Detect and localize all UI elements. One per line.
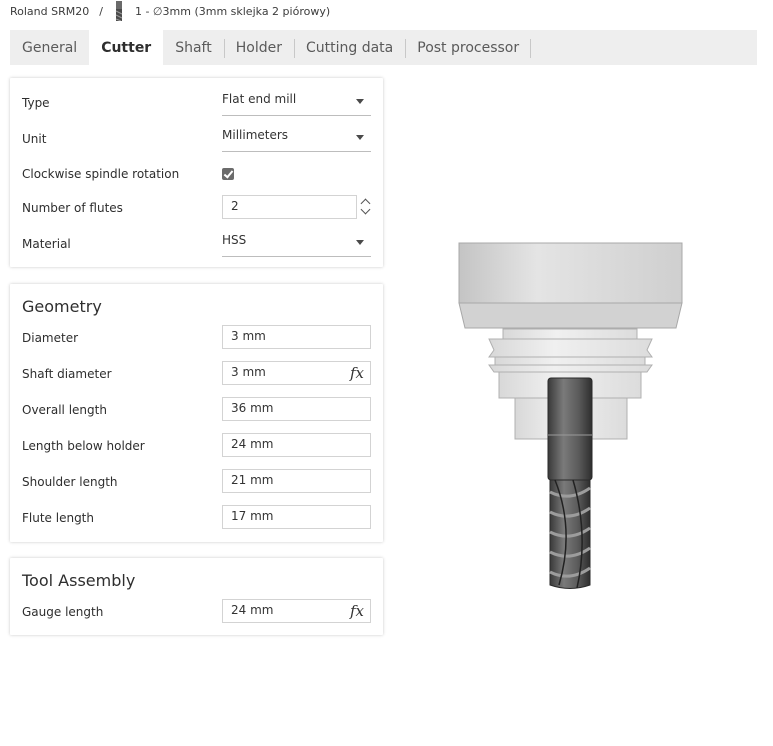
material-select[interactable]: HSS	[222, 231, 371, 257]
breadcrumb-tool: 1 - ∅3mm (3mm sklejka 2 piórowy)	[134, 4, 331, 18]
chevron-down-icon	[356, 135, 364, 140]
gauge-length-value: 24 mm	[231, 603, 274, 617]
collet-ring	[502, 328, 638, 340]
clockwise-label: Clockwise spindle rotation	[22, 167, 180, 181]
unit-value: Millimeters	[222, 128, 289, 142]
tab-bar: General Cutter Shaft Holder Cutting data…	[10, 30, 757, 65]
material-value: HSS	[222, 233, 247, 247]
tab-cutting-data[interactable]: Cutting data	[293, 30, 405, 65]
fx-icon[interactable]: fx	[350, 364, 364, 382]
chevron-down-icon	[356, 99, 364, 104]
chevron-down-icon	[356, 240, 364, 245]
tool-shank	[547, 377, 593, 481]
holder-bevel	[458, 302, 683, 329]
chevron-down-icon[interactable]	[360, 204, 371, 215]
flute-length-label: Flute length	[22, 511, 94, 525]
shoulder-length-label: Shoulder length	[22, 475, 118, 489]
collet-nut	[488, 338, 653, 358]
cutter-panel: Type Flat end mill Unit Millimeters Cloc…	[10, 78, 383, 267]
tab-general[interactable]: General	[10, 30, 89, 65]
breadcrumb-machine[interactable]: Roland SRM20	[10, 5, 89, 18]
tab-cutter[interactable]: Cutter	[89, 30, 164, 65]
type-value: Flat end mill	[222, 92, 297, 106]
flutes-stepper[interactable]	[360, 195, 371, 219]
shaft-diameter-label: Shaft diameter	[22, 367, 112, 381]
shaft-diameter-value: 3 mm	[231, 365, 266, 379]
gauge-length-label: Gauge length	[22, 605, 104, 619]
type-select[interactable]: Flat end mill	[222, 90, 371, 116]
flute-length-input[interactable]: 17 mm	[222, 505, 371, 529]
tab-shaft[interactable]: Shaft	[163, 30, 224, 65]
end-mill-icon	[115, 1, 123, 21]
tab-holder[interactable]: Holder	[223, 30, 294, 65]
gauge-length-input[interactable]: 24 mm fx	[222, 599, 371, 623]
diameter-label: Diameter	[22, 331, 79, 345]
overall-length-label: Overall length	[22, 403, 107, 417]
clockwise-checkbox[interactable]	[222, 168, 234, 180]
geometry-panel: Geometry Diameter 3 mm Shaft diameter 3 …	[10, 284, 383, 542]
shoulder-length-input[interactable]: 21 mm	[222, 469, 371, 493]
holder-body	[458, 242, 683, 304]
unit-select[interactable]: Millimeters	[222, 126, 371, 152]
flutes-input[interactable]: 2	[222, 195, 357, 219]
unit-label: Unit	[22, 132, 47, 146]
material-label: Material	[22, 237, 71, 251]
tool-assembly-title: Tool Assembly	[22, 571, 136, 590]
geometry-title: Geometry	[22, 297, 102, 316]
fx-icon[interactable]: fx	[350, 602, 364, 620]
length-below-holder-label: Length below holder	[22, 439, 145, 453]
tool-preview	[458, 242, 683, 589]
overall-length-input[interactable]: 36 mm	[222, 397, 371, 421]
flutes-label: Number of flutes	[22, 201, 123, 215]
tool-assembly-panel: Tool Assembly Gauge length 24 mm fx	[10, 558, 383, 635]
length-below-holder-input[interactable]: 24 mm	[222, 433, 371, 457]
diameter-input[interactable]: 3 mm	[222, 325, 371, 349]
shaft-diameter-input[interactable]: 3 mm fx	[222, 361, 371, 385]
type-label: Type	[22, 96, 50, 110]
tab-post-processor[interactable]: Post processor	[405, 30, 532, 65]
breadcrumb-separator: /	[99, 4, 103, 18]
breadcrumb: Roland SRM20 / 1 - ∅3mm (3mm sklejka 2 p…	[10, 0, 330, 22]
